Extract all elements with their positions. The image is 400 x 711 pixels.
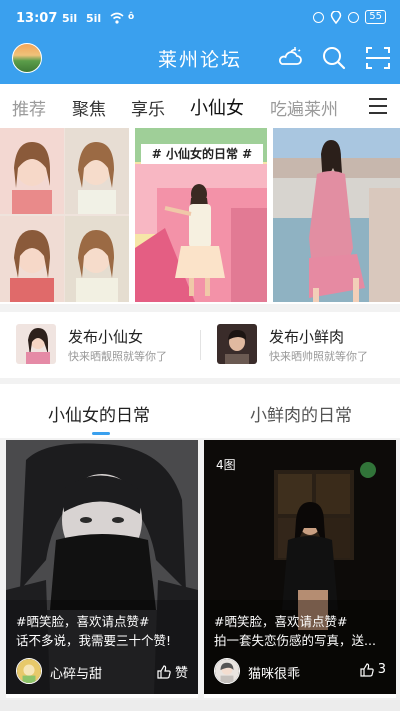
alarm-icon: [348, 11, 360, 23]
publish-xiaoxiannv-button[interactable]: 发布小仙女 快来晒靓照就等你了: [16, 324, 196, 366]
banner-tagline: # 小仙女的日常 #: [141, 144, 263, 164]
post-author[interactable]: 猫咪很乖 3: [214, 658, 390, 686]
status-bar: 13:07 5il 5il ô 55: [0, 0, 400, 36]
like-button[interactable]: 3: [360, 662, 386, 677]
image-count-badge: 4图: [216, 458, 236, 472]
post-author-name: 猫咪很乖: [248, 667, 301, 682]
banner-image-center: # 小仙女的日常 #: [135, 128, 267, 302]
tab-xiaoxianrou-daily[interactable]: 小鲜肉的日常: [250, 401, 352, 426]
tab-jujiao[interactable]: 聚焦: [72, 95, 106, 120]
weather-icon[interactable]: [276, 44, 304, 72]
post-caption: #晒笑脸，喜欢请点赞# 拍一套失恋伤感的写真，送...: [214, 612, 390, 650]
signal-icon: 5il: [62, 12, 78, 25]
thumb-up-icon: [157, 664, 171, 679]
publish-xiaoxiannv-title: 发布小仙女: [68, 328, 144, 346]
battery-icon: 55: [365, 10, 386, 24]
banner-carousel[interactable]: # 小仙女的日常 #: [0, 128, 400, 304]
app-header: 莱州论坛: [0, 36, 400, 84]
tab-chibianlaizhou[interactable]: 吃遍莱州: [270, 95, 338, 120]
post-author-name: 心碎与甜: [50, 667, 103, 682]
active-tab-indicator: [92, 432, 110, 435]
publish-xiaoxiannv-subtitle: 快来晒靓照就等你了: [68, 350, 167, 363]
post-caption-line2: 拍一套失恋伤感的写真，送...: [214, 633, 376, 648]
banner-image-left: [0, 128, 129, 302]
status-time: 13:07: [16, 11, 58, 26]
menu-icon[interactable]: [369, 98, 387, 114]
post-caption: #晒笑脸，喜欢请点赞# 话不多说，我需要三十个赞!: [16, 612, 192, 650]
scan-icon[interactable]: [364, 44, 392, 72]
tab-xiangle[interactable]: 享乐: [131, 95, 165, 120]
top-bar: 13:07 5il 5il ô 55 莱州论坛: [0, 0, 400, 84]
banner-image-right: [273, 128, 400, 302]
publish-row: 发布小仙女 快来晒靓照就等你了 发布小鲜肉 快来晒帅照就等你了: [0, 312, 400, 378]
post-author[interactable]: 心碎与甜 赞: [16, 658, 192, 686]
publish-xiaoxianrou-title: 发布小鲜肉: [269, 328, 345, 346]
wifi-icon: [110, 12, 124, 24]
tab-tuijian[interactable]: 推荐: [12, 95, 46, 120]
post-card[interactable]: 4图 #晒笑脸，喜欢请点赞# 拍一套失恋伤感的写真，送... 猫咪很乖 3: [204, 440, 396, 698]
post-caption-line2: 话不多说，我需要三十个赞!: [16, 633, 172, 648]
avatar: [16, 658, 42, 684]
post-caption-line1: #晒笑脸，喜欢请点赞#: [214, 614, 348, 629]
data-speed-indicator: ô: [128, 12, 135, 22]
post-card[interactable]: #晒笑脸，喜欢请点赞# 话不多说，我需要三十个赞! 心碎与甜 赞: [6, 440, 198, 698]
avatar: [214, 658, 240, 684]
signal-icon-2: 5il: [86, 12, 102, 25]
category-tabs: 推荐 聚焦 享乐 小仙女 吃遍莱州: [0, 84, 400, 128]
post-photo: [6, 440, 198, 694]
status-right-icons: 55: [313, 10, 386, 24]
tab-xiaoxiannv-daily[interactable]: 小仙女的日常: [48, 401, 150, 426]
publish-xiaoxianrou-button[interactable]: 发布小鲜肉 快来晒帅照就等你了: [217, 324, 397, 366]
like-button[interactable]: 赞: [157, 662, 188, 681]
publish-xiaoxiannv-thumb: [16, 324, 56, 364]
search-icon[interactable]: [320, 44, 348, 72]
like-count: 赞: [174, 666, 188, 681]
section-tabs: 小仙女的日常 小鲜肉的日常: [0, 384, 400, 438]
post-caption-line1: #晒笑脸，喜欢请点赞#: [16, 614, 150, 629]
thumb-up-icon: [360, 662, 374, 677]
publish-xiaoxianrou-thumb: [217, 324, 257, 364]
vpn-icon: [313, 11, 325, 23]
post-photo: [204, 440, 396, 694]
publish-xiaoxianrou-subtitle: 快来晒帅照就等你了: [269, 350, 368, 363]
publish-divider: [200, 330, 201, 360]
like-count: 3: [377, 662, 386, 677]
location-icon: [331, 10, 342, 24]
tab-xiaoxiannv[interactable]: 小仙女: [190, 94, 244, 120]
app-root: 13:07 5il 5il ô 55 莱州论坛 推荐 聚焦 享乐 小仙女 吃遍莱…: [0, 0, 400, 711]
next-row-peek: [0, 700, 400, 711]
